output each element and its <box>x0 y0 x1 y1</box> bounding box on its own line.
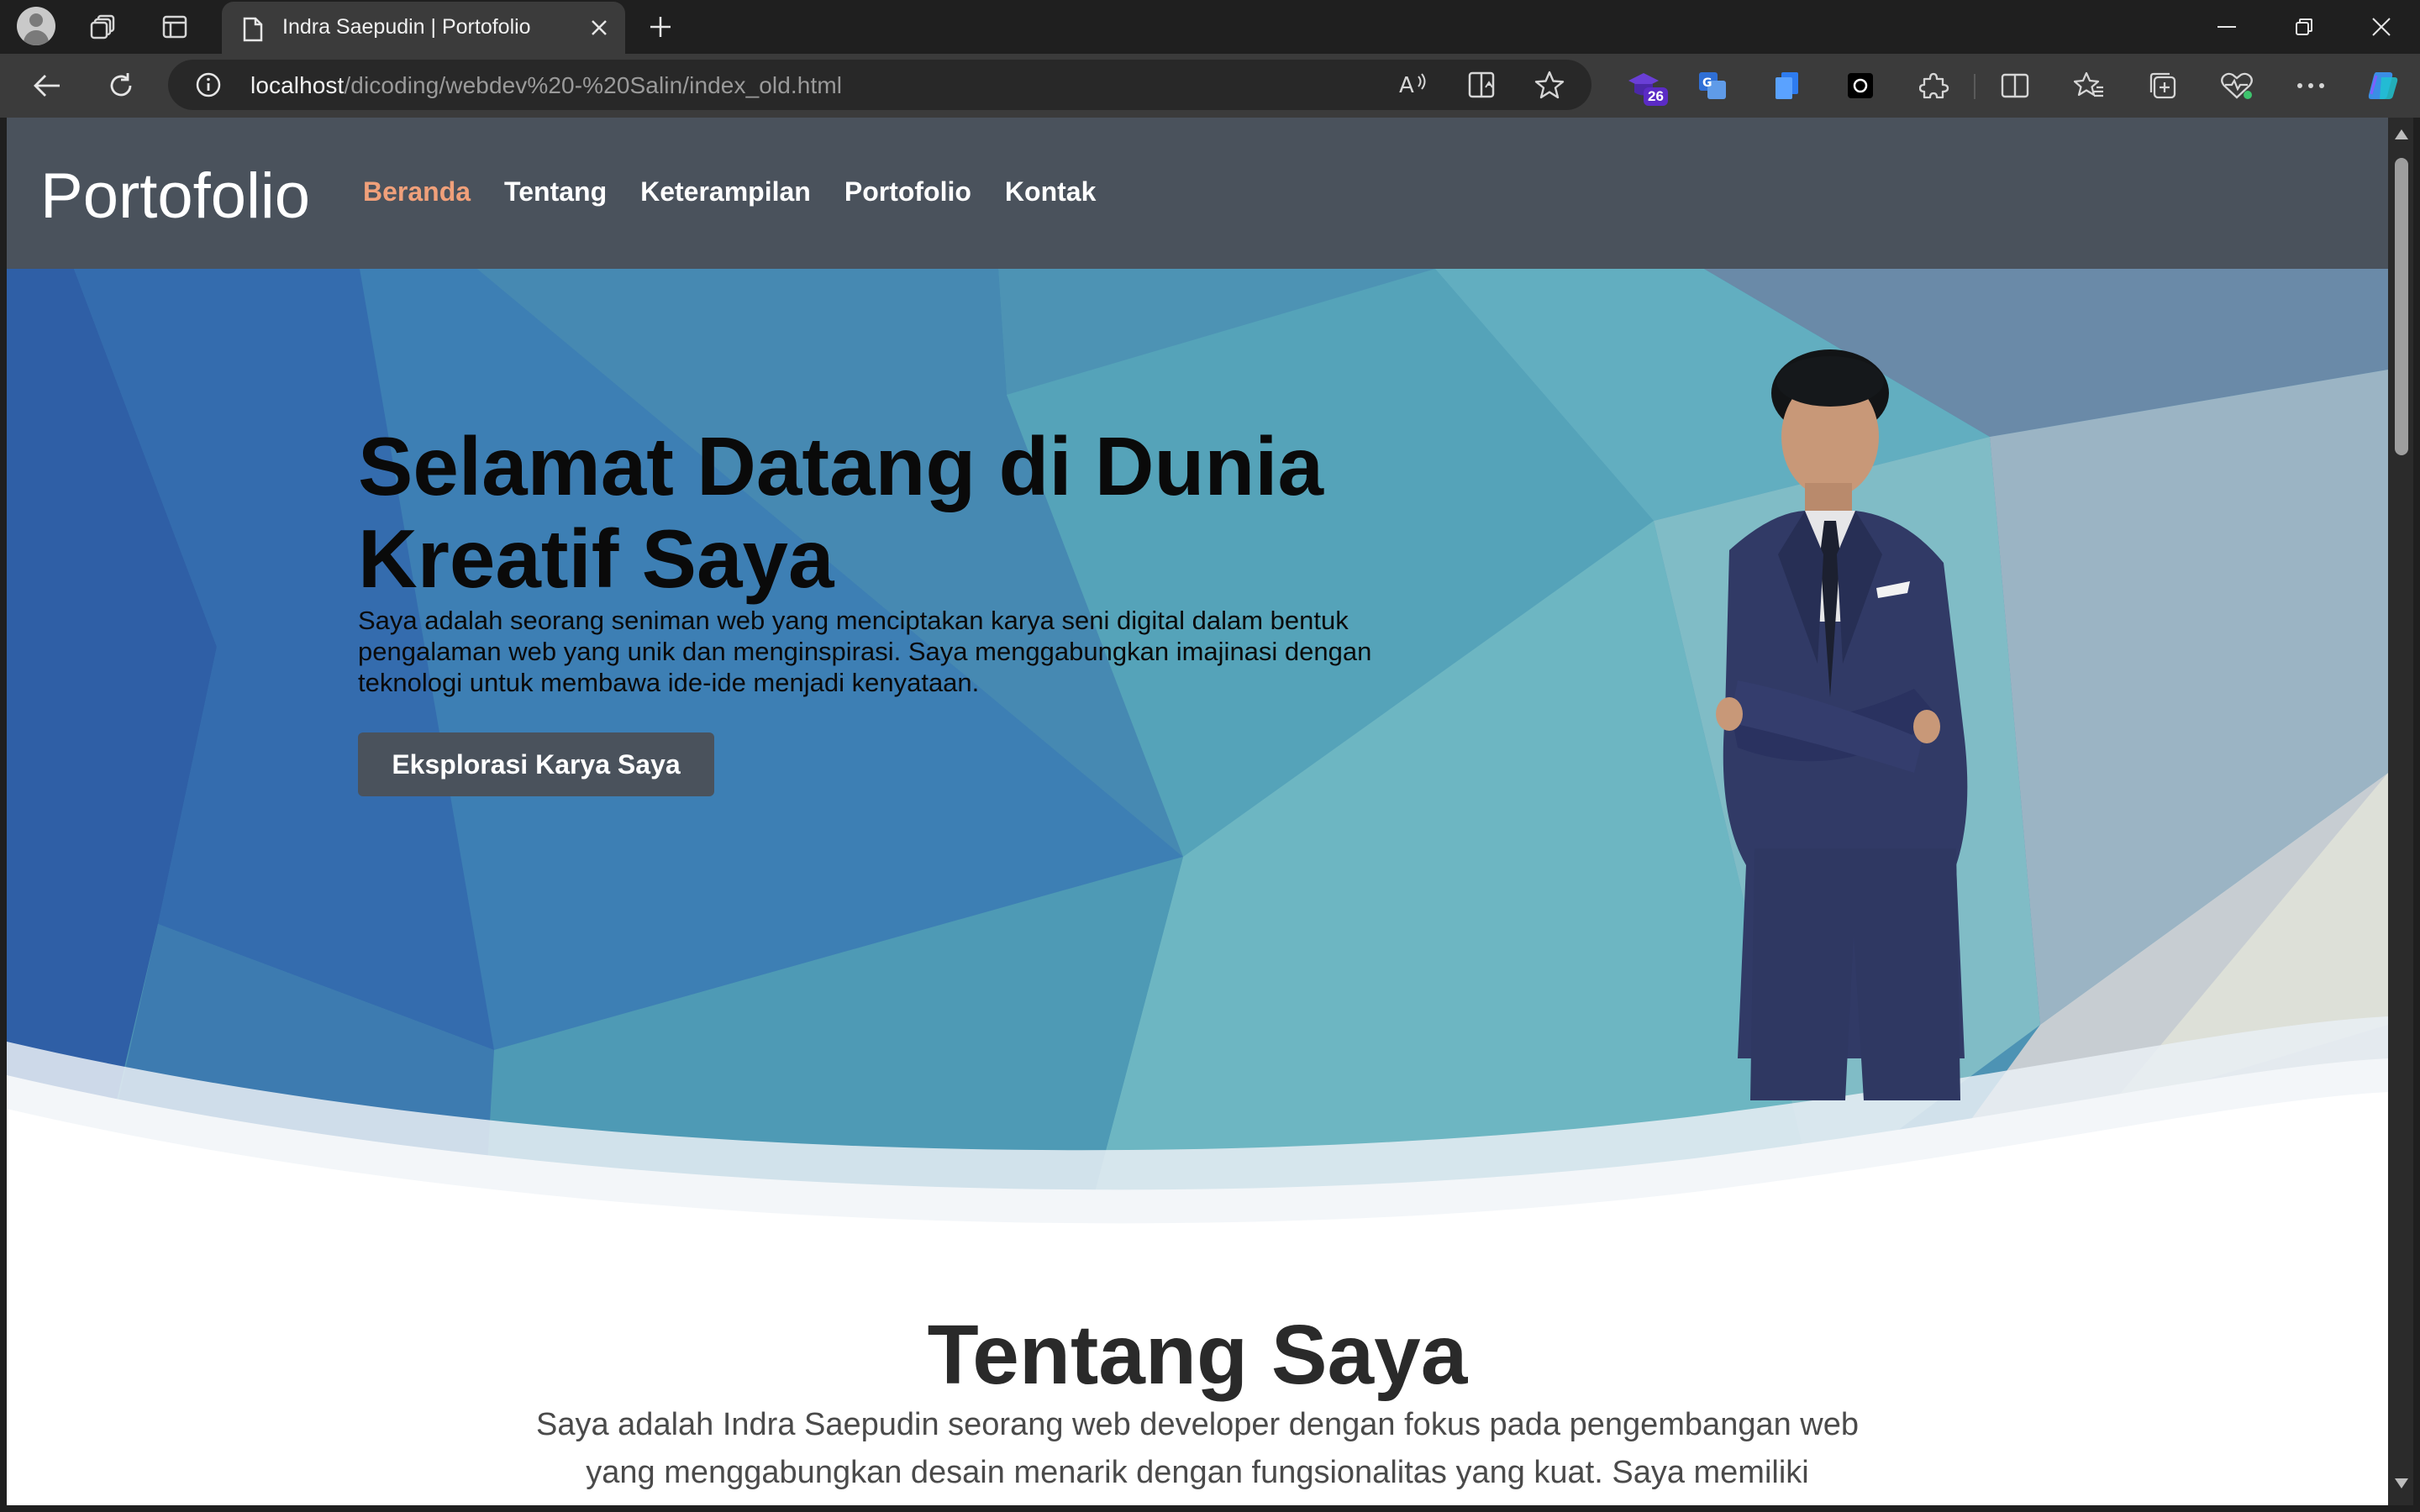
nav-portofolio[interactable]: Portofolio <box>844 176 971 207</box>
tab-active[interactable]: Indra Saepudin | Portofolio <box>222 2 625 54</box>
hero-description: Saya adalah seorang seniman web yang men… <box>358 606 1372 697</box>
minimize-icon[interactable] <box>2188 0 2265 54</box>
toolbar-separator <box>1974 74 1975 99</box>
browser-toolbar: localhost/dicoding/webdev%20-%20Salin/in… <box>0 54 2420 118</box>
tab-strip: Indra Saepudin | Portofolio <box>0 0 2420 54</box>
translate-extension-icon[interactable]: G <box>1692 66 1733 106</box>
favorites-icon[interactable] <box>2069 66 2109 106</box>
nav-beranda[interactable]: Beranda <box>363 176 471 207</box>
nav-keterampilan[interactable]: Keterampilan <box>640 176 811 207</box>
window-close-icon[interactable] <box>2343 0 2420 54</box>
page-scrollbar[interactable] <box>2388 118 2413 1505</box>
favorite-star-icon[interactable] <box>1533 68 1566 102</box>
document-extension-icon[interactable] <box>1766 66 1807 106</box>
hero-title: Selamat Datang di Dunia Kreatif Saya <box>358 420 1324 605</box>
scroll-up-icon[interactable] <box>2395 129 2408 139</box>
info-icon[interactable] <box>193 70 224 100</box>
site-brand[interactable]: Portofolio <box>40 160 310 233</box>
close-icon[interactable] <box>585 13 613 42</box>
read-aloud-icon[interactable]: A <box>1397 68 1430 102</box>
profile-icon[interactable] <box>17 7 55 45</box>
main-nav: Beranda Tentang Keterampilan Portofolio … <box>363 176 1096 207</box>
nav-tentang[interactable]: Tentang <box>504 176 607 207</box>
more-icon[interactable] <box>2291 66 2331 106</box>
address-bar[interactable]: localhost/dicoding/webdev%20-%20Salin/in… <box>168 60 1591 110</box>
scroll-thumb[interactable] <box>2395 158 2408 455</box>
nav-kontak[interactable]: Kontak <box>1005 176 1096 207</box>
refresh-icon[interactable] <box>99 66 143 106</box>
immersive-reader-icon[interactable] <box>1465 68 1499 102</box>
browser-essentials-icon[interactable] <box>2217 66 2257 106</box>
url-text[interactable]: localhost/dicoding/webdev%20-%20Salin/in… <box>250 72 842 99</box>
about-title: Tentang Saya <box>927 1308 1468 1402</box>
split-screen-icon[interactable] <box>1995 66 2035 106</box>
ai-extension-icon[interactable] <box>1840 66 1881 106</box>
about-description: Saya adalah Indra Saepudin seorang web d… <box>536 1407 1859 1490</box>
extension-puzzle-icon[interactable] <box>1914 66 1954 106</box>
profile-portrait <box>1716 349 1968 1100</box>
collections-icon[interactable] <box>2143 66 2183 106</box>
tab-title: Indra Saepudin | Portofolio <box>282 15 531 39</box>
explore-works-button[interactable]: Eksplorasi Karya Saya <box>358 732 714 796</box>
svg-text:G: G <box>1702 76 1712 90</box>
browser-window: Indra Saepudin | Portofolio localhost/di… <box>0 0 2420 1512</box>
extension-badge: 26 <box>1644 87 1668 106</box>
svg-text:A: A <box>1399 73 1414 98</box>
scroll-down-icon[interactable] <box>2395 1478 2408 1488</box>
back-icon[interactable] <box>25 66 69 106</box>
page-viewport: Portofolio Beranda Tentang Keterampilan … <box>7 118 2388 1505</box>
new-tab-icon[interactable] <box>640 7 681 47</box>
site-header: Portofolio Beranda Tentang Keterampilan … <box>7 118 2388 269</box>
restore-icon[interactable] <box>2265 0 2343 54</box>
tab-actions-icon[interactable] <box>155 7 195 47</box>
hero-section: Selamat Datang di Dunia Kreatif Saya Say… <box>7 269 2388 1336</box>
copilot-icon[interactable] <box>2363 66 2403 106</box>
page-icon <box>242 17 264 46</box>
workspaces-icon[interactable] <box>84 7 124 47</box>
extension-school-icon[interactable]: 26 <box>1623 66 1668 106</box>
